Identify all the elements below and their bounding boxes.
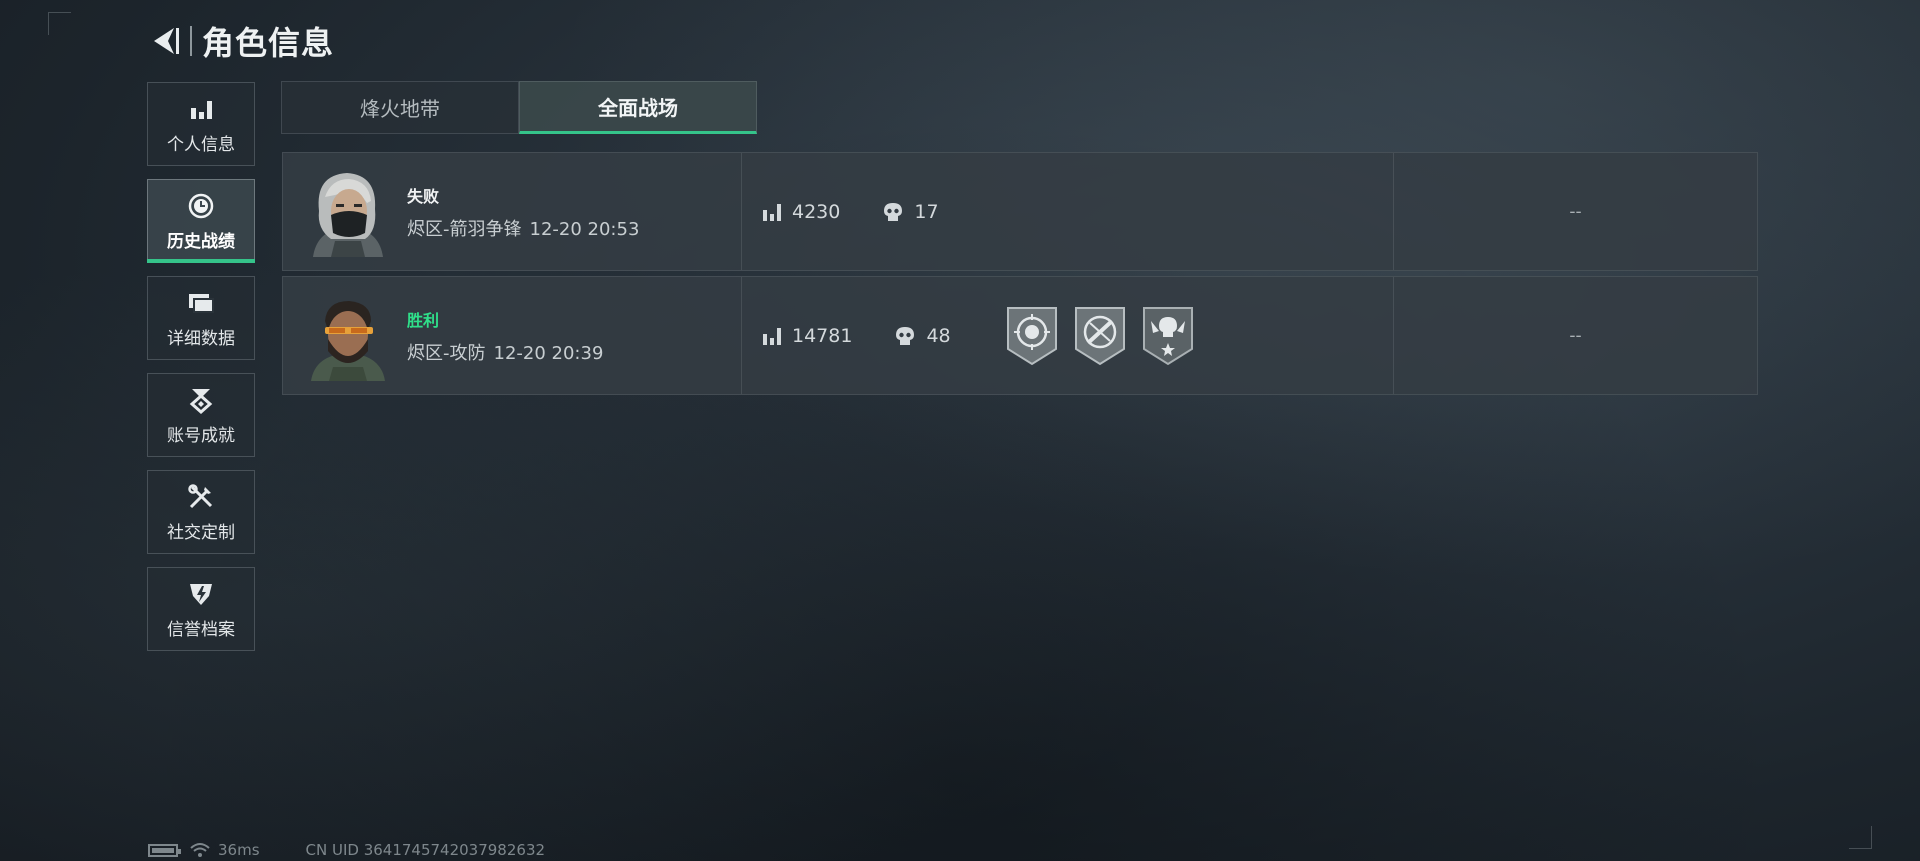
sidebar-item-history[interactable]: 历史战绩 — [147, 179, 255, 263]
tab-warfare[interactable]: 全面战场 — [519, 81, 757, 134]
match-time: 12-20 20:53 — [529, 218, 640, 240]
match-kills: 48 — [926, 324, 951, 347]
skull-icon — [882, 201, 904, 223]
match-records: 失败 烬区-箭羽争锋 12-20 20:53 4230 17 -- 胜利 烬区-… — [282, 152, 1758, 400]
tools-icon — [186, 482, 216, 512]
sidebar-item-detailed-data[interactable]: 详细数据 — [147, 276, 255, 360]
page-title: 角色信息 — [202, 24, 335, 62]
match-stats: 14781 48 — [742, 277, 1394, 394]
table-row[interactable]: 胜利 烬区-攻防 12-20 20:39 14781 48 -- — [282, 276, 1758, 395]
clock-icon — [186, 191, 216, 221]
match-info: 失败 烬区-箭羽争锋 12-20 20:53 — [283, 153, 742, 270]
page-header: 角色信息 — [146, 18, 334, 64]
score-bar-icon — [762, 326, 782, 346]
match-result: 胜利 — [407, 310, 440, 330]
battery-icon — [148, 843, 181, 857]
back-arrow-icon — [154, 28, 179, 54]
sidebar-item-label: 信誉档案 — [167, 619, 235, 640]
match-result: 失败 — [407, 186, 440, 206]
back-button[interactable] — [146, 21, 184, 61]
avatar — [305, 167, 391, 257]
avatar — [305, 291, 391, 381]
table-row[interactable]: 失败 烬区-箭羽争锋 12-20 20:53 4230 17 -- — [282, 152, 1758, 271]
sidebar: 个人信息 历史战绩 详细数据 账号成就 社交定制 信誉档案 — [147, 82, 257, 664]
match-mode: 烬区-箭羽争锋 — [407, 218, 522, 240]
skull-target-medal-icon[interactable] — [1005, 305, 1059, 367]
header-divider — [190, 26, 192, 56]
tab-operations[interactable]: 烽火地带 — [281, 81, 519, 134]
match-info: 胜利 烬区-攻防 12-20 20:39 — [283, 277, 742, 394]
bar-chart-icon — [186, 94, 216, 124]
sidebar-item-achievements[interactable]: 账号成就 — [147, 373, 255, 457]
winged-skull-medal-icon[interactable] — [1141, 305, 1195, 367]
match-score: 4230 — [792, 200, 841, 223]
sidebar-item-label: 详细数据 — [167, 328, 235, 349]
skull-icon — [894, 325, 916, 347]
medal-list — [1005, 305, 1209, 367]
wifi-icon — [190, 842, 210, 858]
cards-icon — [186, 288, 216, 318]
match-time: 12-20 20:39 — [493, 342, 604, 364]
match-stats: 4230 17 — [742, 153, 1394, 270]
credit-shield-icon — [186, 579, 216, 609]
sidebar-item-label: 个人信息 — [167, 134, 235, 155]
match-mode: 烬区-攻防 — [407, 342, 486, 364]
sidebar-item-label: 历史战绩 — [167, 231, 235, 252]
sidebar-item-label: 社交定制 — [167, 522, 235, 543]
sidebar-item-credit[interactable]: 信誉档案 — [147, 567, 255, 651]
score-bar-icon — [762, 202, 782, 222]
match-extra: -- — [1569, 201, 1582, 222]
mode-tabs: 烽火地带 全面战场 — [281, 81, 757, 134]
match-score: 14781 — [792, 324, 853, 347]
status-footer: 36ms CN UID 3641745742037982632 — [148, 841, 545, 859]
achievement-icon — [186, 385, 216, 415]
sidebar-item-label: 账号成就 — [167, 425, 235, 446]
uid-text: CN UID 3641745742037982632 — [305, 841, 546, 859]
match-kills: 17 — [914, 200, 939, 223]
sidebar-item-social[interactable]: 社交定制 — [147, 470, 255, 554]
crossed-gun-medal-icon[interactable] — [1073, 305, 1127, 367]
match-extra: -- — [1569, 325, 1582, 346]
sidebar-item-personal-info[interactable]: 个人信息 — [147, 82, 255, 166]
ping-value: 36ms — [218, 841, 260, 859]
